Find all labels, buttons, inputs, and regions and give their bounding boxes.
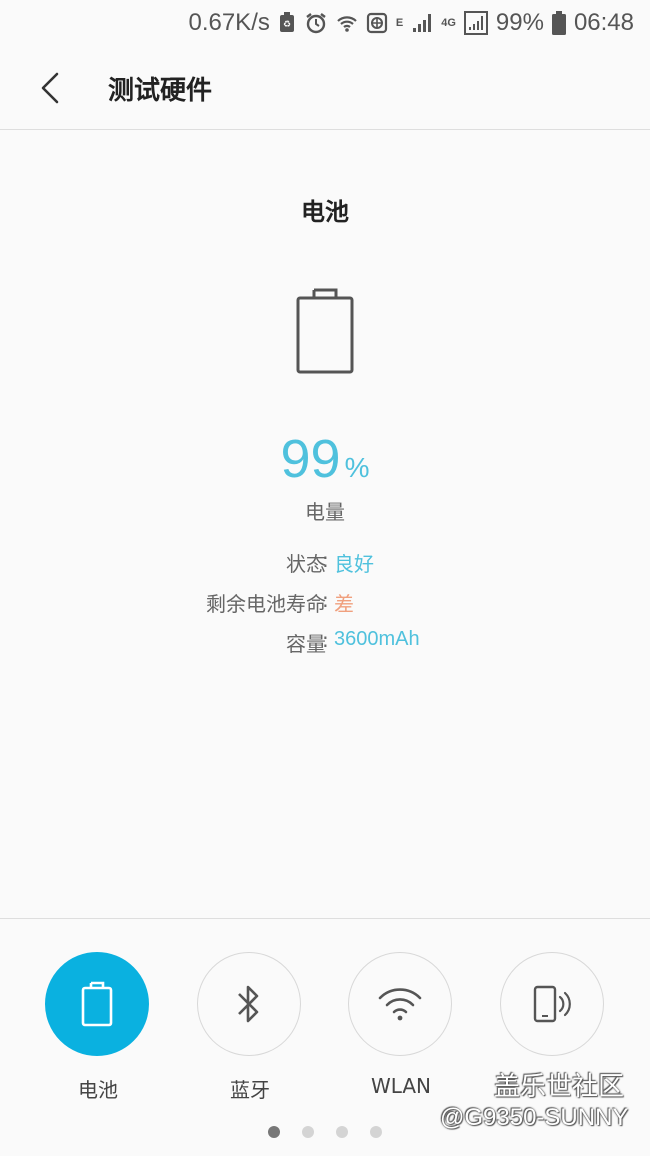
battery-icon — [81, 981, 113, 1027]
tab-battery[interactable]: 电池 — [45, 952, 151, 1103]
divider — [0, 918, 650, 919]
watermark-handle: @G9350-SUNNY — [440, 1104, 629, 1131]
section-title: 电池 — [301, 198, 349, 226]
page-title: 测试硬件 — [108, 76, 213, 106]
signal-icon — [463, 11, 488, 35]
info-row-capacity: 容量 : 3600mAh — [0, 628, 650, 658]
tab-label: WLAN — [370, 1074, 432, 1098]
tab-circle[interactable] — [197, 952, 301, 1056]
network-type-4g: 4G — [441, 17, 456, 29]
info-separator: : — [322, 588, 329, 612]
page-dot[interactable] — [302, 1126, 314, 1138]
recycle-icon: ♻ — [278, 12, 296, 34]
vibration-icon — [533, 985, 571, 1023]
info-key: 容量 — [286, 632, 326, 656]
data-saver-icon — [366, 12, 388, 34]
battery-level-unit: % — [344, 452, 370, 483]
alarm-icon — [304, 11, 328, 35]
status-bar: 0.67K/s ♻ E 4G 99% 06:48 — [0, 0, 650, 46]
bluetooth-icon — [238, 985, 259, 1023]
battery-level-label: 电量 — [305, 500, 345, 524]
info-row-remaining-life: 剩余电池寿命 : 差 — [0, 588, 650, 618]
info-separator: : — [322, 628, 329, 652]
tab-label: 电池 — [78, 1078, 118, 1102]
info-row-status: 状态 : 良好 — [0, 548, 650, 578]
signal-icon — [411, 12, 433, 34]
info-key: 状态 — [286, 552, 326, 576]
watermark-title: 盖乐世社区 — [494, 1072, 625, 1102]
tab-label: 蓝牙 — [230, 1078, 270, 1102]
battery-percent: 99% — [495, 9, 544, 36]
page-dot[interactable] — [336, 1126, 348, 1138]
battery-outline-icon — [296, 288, 354, 380]
page-dot[interactable] — [370, 1126, 382, 1138]
battery-level-value: 99 — [280, 429, 341, 489]
battery-level: 99% — [0, 428, 650, 490]
wifi-icon — [378, 988, 422, 1021]
info-key: 剩余电池寿命 — [206, 592, 326, 616]
chevron-left-icon — [41, 72, 59, 104]
info-separator: : — [322, 548, 329, 572]
wifi-icon — [336, 12, 358, 34]
tab-circle[interactable] — [45, 952, 149, 1056]
tab-vibration[interactable] — [500, 952, 606, 1074]
tab-circle[interactable] — [500, 952, 604, 1056]
tab-wlan[interactable]: WLAN — [348, 952, 454, 1098]
clock: 06:48 — [573, 9, 634, 36]
tab-circle[interactable] — [348, 952, 452, 1056]
app-bar: 测试硬件 — [0, 46, 650, 130]
info-value: 3600mAh — [334, 628, 420, 650]
back-button[interactable] — [26, 62, 74, 114]
network-type-e: E — [395, 17, 404, 29]
info-value: 差 — [334, 594, 354, 616]
tab-bluetooth[interactable]: 蓝牙 — [197, 952, 303, 1103]
info-value: 良好 — [334, 554, 374, 576]
battery-icon — [551, 11, 566, 35]
svg-text:♻: ♻ — [283, 19, 291, 29]
net-speed: 0.67K/s — [188, 9, 270, 36]
page-dot[interactable] — [268, 1126, 280, 1138]
